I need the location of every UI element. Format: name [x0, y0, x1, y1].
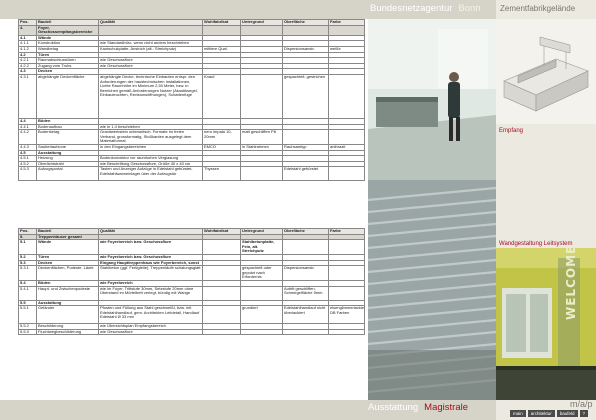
table-cell	[240, 285, 283, 301]
table-cell	[282, 24, 329, 36]
table-cell: Aufritt geschliffen, Schmirgelfläche 5mm	[282, 285, 329, 301]
table-cell: 5.1	[18, 239, 37, 255]
table-cell	[240, 24, 283, 36]
table-cell: 5.5.3	[18, 328, 37, 336]
table-cell: eisenglimmerlackiert DB Farben	[328, 305, 365, 325]
table-cell	[328, 265, 365, 281]
table-cell	[328, 24, 365, 36]
table-cell: wie Standardbüro, wenn nicht anders besc…	[98, 40, 203, 47]
table-cell: matt geschliffen P8	[240, 129, 283, 145]
table-cell: wie Beschriftung Geschossflure, Größe 40…	[98, 160, 203, 168]
spec-table-stairwells: Pos. Bauteil Qualität Wohlfabrikat Untergrun…	[18, 228, 365, 336]
header-agency: Bundesnetzagentur	[370, 3, 453, 14]
table-row: 5.3.1 Deckenflächen, Podeste, Läufe Stahlb…	[18, 265, 365, 281]
nav-item[interactable]: architektur	[527, 410, 555, 417]
table-cell	[240, 328, 283, 336]
table-row: 5.4.1 Haupt- und Zwischenpodeste wie im Fo…	[18, 285, 365, 301]
table-cell	[202, 285, 241, 301]
table-cell: Aufzugsportal	[36, 166, 99, 182]
caption-wall-guidance: Wandgestaltung Leitsystem	[499, 241, 573, 247]
table-cell	[328, 129, 365, 145]
nav-item[interactable]: ?	[579, 410, 589, 417]
table-cell: wie Geschossflure	[98, 328, 203, 336]
table-cell: wie im Foyer, Trittstufe 30mm, Setzstufe…	[98, 285, 203, 301]
table-cell: 4.5.3	[18, 166, 37, 182]
table-cell: Bodenbelag	[36, 129, 99, 145]
table-cell	[328, 166, 365, 182]
table-cell: Eingang Haupttreppenhaus wie Foyerbereic…	[98, 259, 203, 267]
nav-item[interactable]: main	[510, 410, 526, 417]
table-row: 5.1 Wände wie Foyerbereich bzw. Geschossfl…	[18, 239, 365, 255]
table-cell: Deckenflächen, Podeste, Läufe	[36, 265, 99, 281]
table-cell: Fluchtwegbeschilderung	[36, 328, 99, 336]
table-cell	[240, 73, 283, 119]
header-city: Bonn	[458, 3, 481, 14]
table-cell: Haupt- und Zwischenpodeste	[36, 285, 99, 301]
table-cell: 5.3.1	[18, 265, 37, 281]
table-row: 5.5.3 Fluchtwegbeschilderung wie Geschossf…	[18, 328, 365, 336]
table-cell: abgehängte Decke, technische Einbauten e…	[98, 73, 203, 119]
table-row: 4. Foyer, Geschossempfangsbereiche	[18, 24, 365, 36]
table-cell	[202, 24, 241, 36]
table-row: 5.5.1 Geländer Pfosten und Füllung aus Sta…	[18, 305, 365, 325]
header-right-title: Zementfabrikgelände	[500, 4, 576, 13]
table-cell	[202, 328, 241, 336]
brand-logo: m/a/p	[570, 399, 593, 409]
table-cell: grundiert	[240, 305, 283, 325]
footer-right: Magistrale	[424, 402, 468, 413]
table-row: 4.5.3 Aufzugsportal Tasten und Anzeiger Au…	[18, 166, 365, 182]
reception-desk-rendering	[496, 19, 596, 124]
table-cell	[328, 285, 365, 301]
table-cell	[98, 24, 203, 36]
footer-left: Ausstattung	[368, 402, 419, 413]
table-cell: Thyssen	[202, 166, 241, 182]
table-cell: Stahlbetonplatte, Fein, alt. Streichputz	[240, 239, 283, 255]
table-cell: Tasten und Anzeiger Aufzüge in Edelstahl…	[98, 166, 203, 182]
table-cell: wie Foyerbereich bzw. Geschossflure	[98, 239, 203, 255]
page: Bundesnetzagentur Bonn Zementfabrikgeländ…	[0, 0, 596, 420]
table-cell: Wände	[36, 239, 99, 255]
table-cell	[282, 129, 329, 145]
table-cell	[202, 305, 241, 325]
table-cell: Edelstahlhandlauf nicht überlackiert	[282, 305, 329, 325]
entrance-welcome-photo: WELCOME	[496, 248, 596, 400]
table-cell: Geländer	[36, 305, 99, 325]
table-cell: Pfosten und Füllung aus Stahl geschweißt…	[98, 305, 203, 325]
table-cell	[328, 328, 365, 336]
table-cell: Dispersionsanstr.	[282, 265, 329, 281]
table-cell: 4.3.1	[18, 73, 37, 119]
table-cell	[240, 166, 283, 182]
table-cell: 4.	[18, 24, 37, 36]
table-cell: Edelstahl gebürstet	[282, 166, 329, 182]
table-cell: gespachtelt, gestrichen	[282, 73, 329, 119]
table-cell: 4.4.2	[18, 129, 37, 145]
nav-item[interactable]: baufeld	[556, 410, 578, 417]
table-cell	[328, 239, 365, 255]
table-cell	[282, 239, 329, 255]
table-row: 4.4.2 Bodenbelag Granitwerkstein unterseit…	[18, 129, 365, 145]
stairwell-wall-photo	[368, 180, 496, 400]
table-cell	[328, 73, 365, 119]
table-cell: Granitwerkstein unterseitsch. Formate im…	[98, 129, 203, 145]
header-title: Bundesnetzagentur Bonn	[370, 3, 481, 14]
caption-reception: Empfang	[499, 128, 524, 134]
spec-table-foyer: Pos. Bauteil Qualität Wohlfabrikat Untergrun…	[18, 19, 365, 182]
footer-title: Ausstattung Magistrale	[368, 402, 468, 413]
footer-nav: main architektur baufeld?	[510, 410, 589, 417]
table-cell: gespachtelt oder geputzt nach Erforderni…	[240, 265, 283, 281]
table-cell: Foyer, Geschossempfangsbereiche	[36, 24, 99, 36]
table-cell: 5.4.1	[18, 285, 37, 301]
table-cell: Stahlbeton (ggf. Fertigteile), Treppenlä…	[98, 265, 203, 281]
table-cell	[202, 239, 241, 255]
table-cell	[202, 265, 241, 281]
table-cell: Knauf	[202, 73, 241, 119]
table-cell: 5.5.1	[18, 305, 37, 325]
table-row: 4.3.1 abgehängte Deckenfläche abgehängte D…	[18, 73, 365, 119]
reception-photo	[368, 19, 496, 180]
table-cell: nero impala 10-20mm	[202, 129, 241, 145]
table-cell	[282, 328, 329, 336]
welcome-lettering: WELCOME	[564, 248, 578, 320]
table-cell: abgehängte Deckenfläche	[36, 73, 99, 119]
